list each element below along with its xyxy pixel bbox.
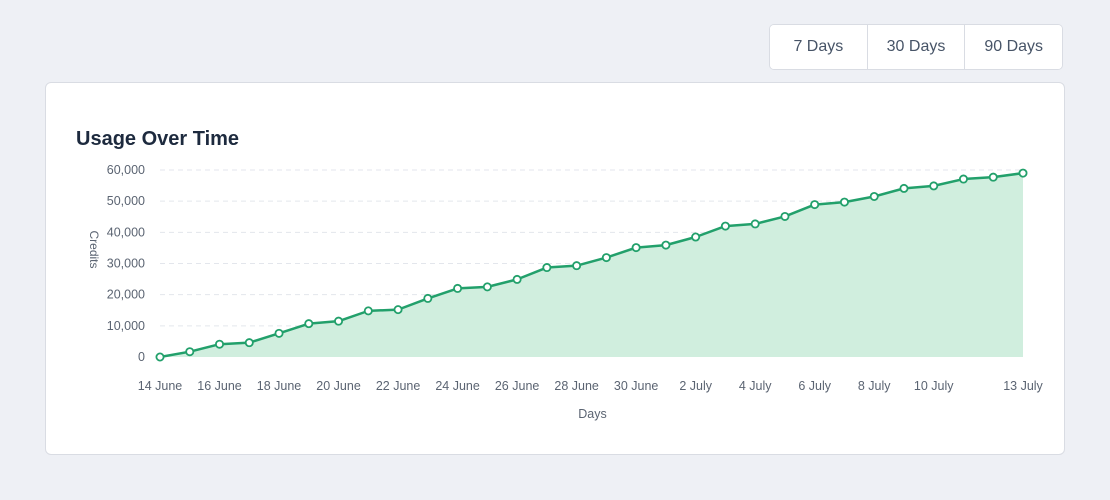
data-point bbox=[958, 174, 968, 184]
x-tick-label: 16 June bbox=[197, 379, 242, 393]
y-tick-label: 30,000 bbox=[107, 257, 145, 271]
data-point bbox=[215, 339, 225, 349]
x-tick-label: 30 June bbox=[614, 379, 659, 393]
data-point bbox=[988, 172, 998, 182]
data-point bbox=[601, 253, 611, 263]
data-point bbox=[572, 261, 582, 271]
data-point bbox=[780, 211, 790, 221]
data-point bbox=[423, 293, 433, 303]
x-tick-label: 28 June bbox=[554, 379, 599, 393]
data-point bbox=[304, 319, 314, 329]
data-point bbox=[274, 328, 284, 338]
data-point bbox=[542, 263, 552, 273]
y-tick-label: 20,000 bbox=[107, 288, 145, 302]
x-tick-label: 6 July bbox=[798, 379, 831, 393]
x-axis-title: Days bbox=[578, 407, 606, 421]
data-point bbox=[482, 282, 492, 292]
y-tick-label: 40,000 bbox=[107, 225, 145, 239]
y-axis-title: Credits bbox=[87, 230, 101, 268]
range-30-days-button[interactable]: 30 Days bbox=[867, 25, 966, 69]
x-tick-label: 22 June bbox=[376, 379, 421, 393]
data-point bbox=[185, 347, 195, 357]
x-tick-label: 14 June bbox=[138, 379, 183, 393]
x-tick-label: 13 July bbox=[1003, 379, 1043, 393]
usage-chart-card: Usage Over Time 0 10,000 20,000 30,000 40,00… bbox=[45, 82, 1065, 455]
x-tick-label: 26 June bbox=[495, 379, 540, 393]
range-90-days-button[interactable]: 90 Days bbox=[965, 25, 1062, 69]
y-tick-label: 60,000 bbox=[107, 163, 145, 177]
data-point bbox=[453, 283, 463, 293]
data-point bbox=[363, 306, 373, 316]
data-point bbox=[631, 243, 641, 253]
x-tick-label: 24 June bbox=[435, 379, 480, 393]
data-point bbox=[899, 183, 909, 193]
x-tick-label: 20 June bbox=[316, 379, 361, 393]
date-range-toggle: 7 Days 30 Days 90 Days bbox=[769, 24, 1063, 70]
x-tick-label: 10 July bbox=[914, 379, 954, 393]
data-point bbox=[393, 305, 403, 315]
x-tick-label: 8 July bbox=[858, 379, 891, 393]
data-point bbox=[334, 316, 344, 326]
range-7-days-button[interactable]: 7 Days bbox=[770, 25, 868, 69]
data-point bbox=[869, 191, 879, 201]
data-point bbox=[1018, 168, 1028, 178]
data-point bbox=[155, 352, 165, 362]
usage-area-chart: 0 10,000 20,000 30,000 40,000 50,000 60,000 14 … bbox=[87, 163, 1044, 421]
x-tick-label: 18 June bbox=[257, 379, 302, 393]
y-tick-label: 0 bbox=[138, 350, 145, 364]
data-point bbox=[810, 200, 820, 210]
data-point bbox=[929, 181, 939, 191]
y-tick-label: 10,000 bbox=[107, 319, 145, 333]
x-tick-label: 4 July bbox=[739, 379, 772, 393]
data-point bbox=[720, 221, 730, 231]
data-point bbox=[839, 197, 849, 207]
data-point bbox=[244, 338, 254, 348]
data-point bbox=[691, 232, 701, 242]
data-point bbox=[512, 274, 522, 284]
data-point bbox=[750, 219, 760, 229]
data-point bbox=[661, 240, 671, 250]
x-tick-label: 2 July bbox=[679, 379, 712, 393]
y-tick-label: 50,000 bbox=[107, 194, 145, 208]
